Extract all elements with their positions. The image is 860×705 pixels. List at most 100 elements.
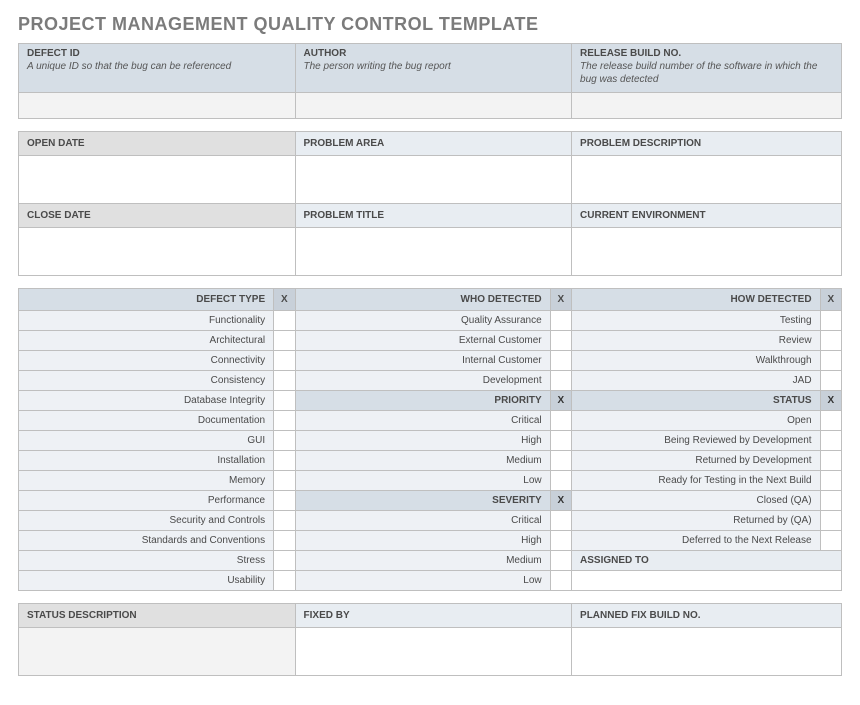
checklist-table: DEFECT TYPE X WHO DETECTED X HOW DETECTE… [18,288,842,591]
problem-description-input[interactable] [572,156,842,204]
list-item: Connectivity [19,351,274,371]
list-item: Usability [19,571,274,591]
page-title: PROJECT MANAGEMENT QUALITY CONTROL TEMPL… [18,14,842,35]
current-environment-label: CURRENT ENVIRONMENT [572,204,842,228]
checkbox-cell[interactable] [550,471,571,491]
bottom-table: STATUS DESCRIPTION FIXED BY PLANNED FIX … [18,603,842,676]
checkbox-cell[interactable] [820,331,841,351]
defect-id-label: DEFECT ID [27,48,287,59]
who-detected-header: WHO DETECTED [295,289,550,311]
checkbox-cell[interactable] [550,451,571,471]
list-item: Medium [295,451,550,471]
release-header: RELEASE BUILD NO. The release build numb… [572,44,842,93]
author-desc: The person writing the bug report [304,60,564,73]
checkbox-cell[interactable] [550,331,571,351]
list-item: Critical [295,411,550,431]
list-item: Development [295,371,550,391]
x-header: X [550,289,571,311]
checkbox-cell[interactable] [274,391,295,411]
list-item: GUI [19,431,274,451]
checkbox-cell[interactable] [274,331,295,351]
list-item: Open [572,411,821,431]
checkbox-cell[interactable] [550,311,571,331]
checkbox-cell[interactable] [820,511,841,531]
how-detected-header: HOW DETECTED [572,289,821,311]
list-item: Ready for Testing in the Next Build [572,471,821,491]
list-item: Standards and Conventions [19,531,274,551]
author-header: AUTHOR The person writing the bug report [295,44,572,93]
checkbox-cell[interactable] [820,351,841,371]
fixed-by-input[interactable] [295,628,572,676]
checkbox-cell[interactable] [820,451,841,471]
checkbox-cell[interactable] [820,471,841,491]
checkbox-cell[interactable] [274,571,295,591]
x-header: X [550,491,571,511]
author-input[interactable] [295,93,572,119]
checkbox-cell[interactable] [550,551,571,571]
defect-id-header: DEFECT ID A unique ID so that the bug ca… [19,44,296,93]
defect-id-desc: A unique ID so that the bug can be refer… [27,60,287,73]
checkbox-cell[interactable] [550,531,571,551]
checkbox-cell[interactable] [274,551,295,571]
list-item: Testing [572,311,821,331]
checkbox-cell[interactable] [820,491,841,511]
planned-fix-input[interactable] [572,628,842,676]
assigned-to-label: ASSIGNED TO [572,551,842,571]
list-item: Functionality [19,311,274,331]
release-label: RELEASE BUILD NO. [580,48,833,59]
problem-description-label: PROBLEM DESCRIPTION [572,132,842,156]
x-header: X [820,289,841,311]
current-environment-input[interactable] [572,228,842,276]
list-item: Low [295,471,550,491]
checkbox-cell[interactable] [820,371,841,391]
checkbox-cell[interactable] [550,431,571,451]
list-item: Quality Assurance [295,311,550,331]
list-item: Review [572,331,821,351]
list-item: Internal Customer [295,351,550,371]
x-header: X [274,289,295,311]
open-date-input[interactable] [19,156,296,204]
list-item: Medium [295,551,550,571]
list-item: Low [295,571,550,591]
checkbox-cell[interactable] [820,411,841,431]
list-item: Critical [295,511,550,531]
list-item: External Customer [295,331,550,351]
checkbox-cell[interactable] [550,511,571,531]
checkbox-cell[interactable] [274,351,295,371]
checkbox-cell[interactable] [274,311,295,331]
release-input[interactable] [572,93,842,119]
checkbox-cell[interactable] [274,411,295,431]
list-item: Being Reviewed by Development [572,431,821,451]
checkbox-cell[interactable] [820,531,841,551]
problem-title-label: PROBLEM TITLE [295,204,572,228]
list-item: Memory [19,471,274,491]
assigned-to-input[interactable] [572,571,842,591]
checkbox-cell[interactable] [274,471,295,491]
checkbox-cell[interactable] [274,491,295,511]
checkbox-cell[interactable] [550,571,571,591]
list-item: Returned by Development [572,451,821,471]
checkbox-cell[interactable] [274,431,295,451]
defect-id-input[interactable] [19,93,296,119]
list-item: Consistency [19,371,274,391]
checkbox-cell[interactable] [274,451,295,471]
checkbox-cell[interactable] [274,511,295,531]
list-item: Documentation [19,411,274,431]
checkbox-cell[interactable] [550,371,571,391]
checkbox-cell[interactable] [274,371,295,391]
checkbox-cell[interactable] [820,311,841,331]
problem-title-input[interactable] [295,228,572,276]
checkbox-cell[interactable] [820,431,841,451]
open-date-label: OPEN DATE [19,132,296,156]
defect-type-header: DEFECT TYPE [19,289,274,311]
checkbox-cell[interactable] [274,531,295,551]
checkbox-cell[interactable] [550,351,571,371]
close-date-input[interactable] [19,228,296,276]
severity-header: SEVERITY [295,491,550,511]
fixed-by-label: FIXED BY [295,604,572,628]
status-description-input[interactable] [19,628,296,676]
list-item: High [295,431,550,451]
checkbox-cell[interactable] [550,411,571,431]
problem-area-input[interactable] [295,156,572,204]
top-header-table: DEFECT ID A unique ID so that the bug ca… [18,43,842,119]
